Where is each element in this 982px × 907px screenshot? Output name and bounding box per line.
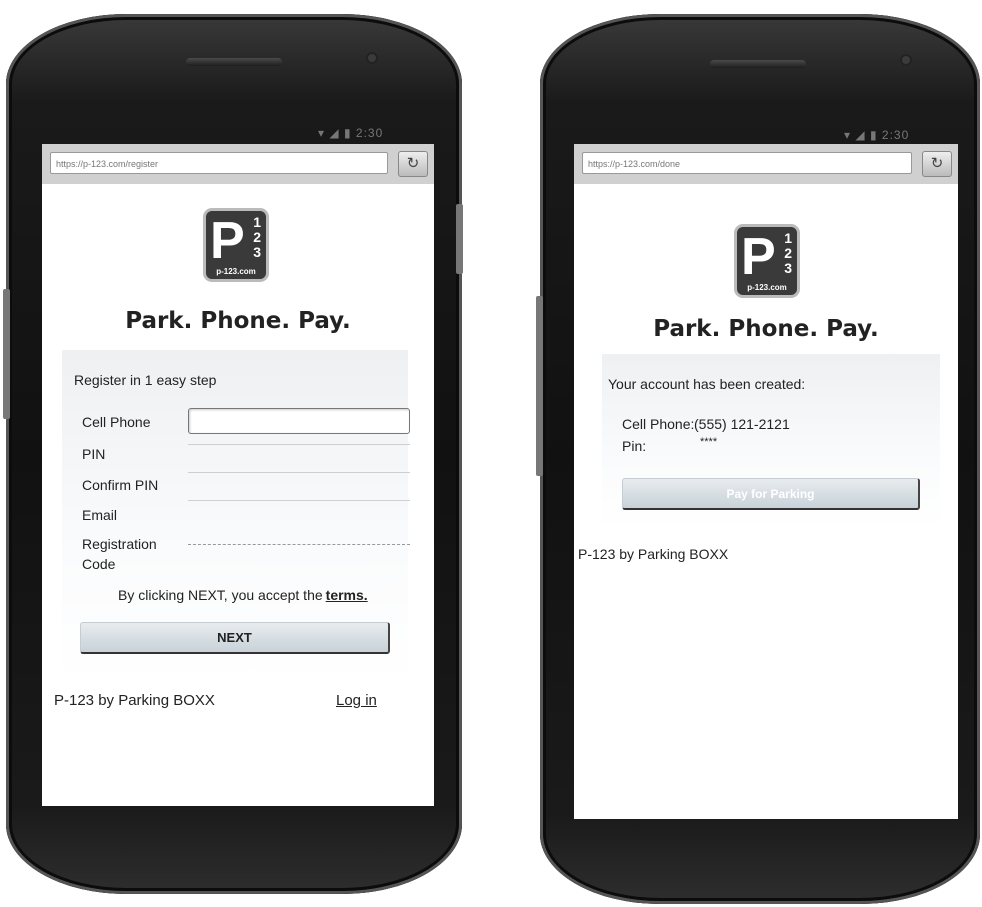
account-created-heading: Your account has been created: [608,376,806,392]
tagline: Park. Phone. Pay. [125,308,351,334]
tagline: Park. Phone. Pay. [653,316,879,342]
p123-logo: P 1 2 3 p-123.com [734,224,800,298]
next-button[interactable]: NEXT [80,622,390,654]
camera-icon [366,52,378,64]
phone-right: ▾ ◢ ▮ 2:30 https://p-123.com/done ↻ P 1 … [536,14,980,904]
battery-icon: ▮ [869,128,878,142]
wifi-icon: ▾ [844,128,852,142]
signal-icon: ◢ [855,128,866,142]
logo-domain: p-123.com [216,267,256,276]
email-label: Email [82,507,118,523]
footer-brand: P-123 by Parking BOXX [54,692,215,709]
register-heading: Register in 1 easy step [74,372,217,388]
reload-icon[interactable]: ↻ [398,151,428,177]
volume-button [536,296,543,476]
cell-phone-label: Cell Phone [82,414,151,430]
logo-letter: P [210,212,245,270]
p123-logo: P 1 2 3 p-123.com [203,208,269,282]
confirm-pin-input[interactable] [188,472,410,473]
camera-icon [900,54,912,66]
volume-button [3,289,10,419]
wifi-icon: ▾ [318,126,326,140]
reload-icon[interactable]: ↻ [922,151,952,177]
cell-phone-value: (555) 121-2121 [694,416,790,432]
signal-icon: ◢ [329,126,340,140]
account-created-panel: Your account has been created: Cell Phon… [602,354,940,530]
pin-label: Pin: [622,438,647,454]
power-button [456,204,463,274]
terms-link[interactable]: terms. [326,587,368,603]
email-input[interactable] [188,500,410,501]
pin-label: PIN [82,446,106,462]
pin-input[interactable] [188,444,410,445]
cell-phone-input[interactable] [188,408,410,434]
logo-letter: P [741,228,776,286]
login-link[interactable]: Log in [336,692,377,709]
status-time: 2:30 [355,126,384,140]
logo-digits: 1 2 3 [784,230,792,276]
pin-value: **** [700,436,718,448]
browser-url-bar: https://p-123.com/done ↻ [574,144,958,184]
status-bar: ▾ ◢ ▮ 2:30 [318,126,383,140]
terms-text: By clicking NEXT, you accept the terms. [118,587,368,603]
status-bar: ▾ ◢ ▮ 2:30 [844,128,909,142]
footer-brand: P-123 by Parking BOXX [578,546,729,562]
registration-code-input[interactable] [188,544,410,545]
browser-url-bar: https://p-123.com/register ↻ [42,144,434,184]
register-panel: Register in 1 easy step Cell Phone PIN C… [62,350,410,682]
screen: https://p-123.com/register ↻ P 1 2 3 p-1… [42,144,434,806]
earpiece [186,58,282,66]
battery-icon: ▮ [343,126,352,140]
status-time: 2:30 [881,128,910,142]
confirm-pin-label: Confirm PIN [82,477,159,493]
registration-code-label-line2: Code [82,556,116,572]
logo-domain: p-123.com [747,283,787,292]
url-field[interactable]: https://p-123.com/register [50,152,388,174]
screen: https://p-123.com/done ↻ P 1 2 3 p-123.c… [574,144,958,819]
url-field[interactable]: https://p-123.com/done [582,152,912,174]
registration-code-label-line1: Registration [82,536,157,552]
earpiece [710,60,806,68]
pay-for-parking-button[interactable]: Pay for Parking [622,478,920,510]
logo-digits: 1 2 3 [253,214,261,260]
phone-left: ▾ ◢ ▮ 2:30 https://p-123.com/register ↻ … [3,14,463,894]
cell-phone-label: Cell Phone: [622,416,695,432]
